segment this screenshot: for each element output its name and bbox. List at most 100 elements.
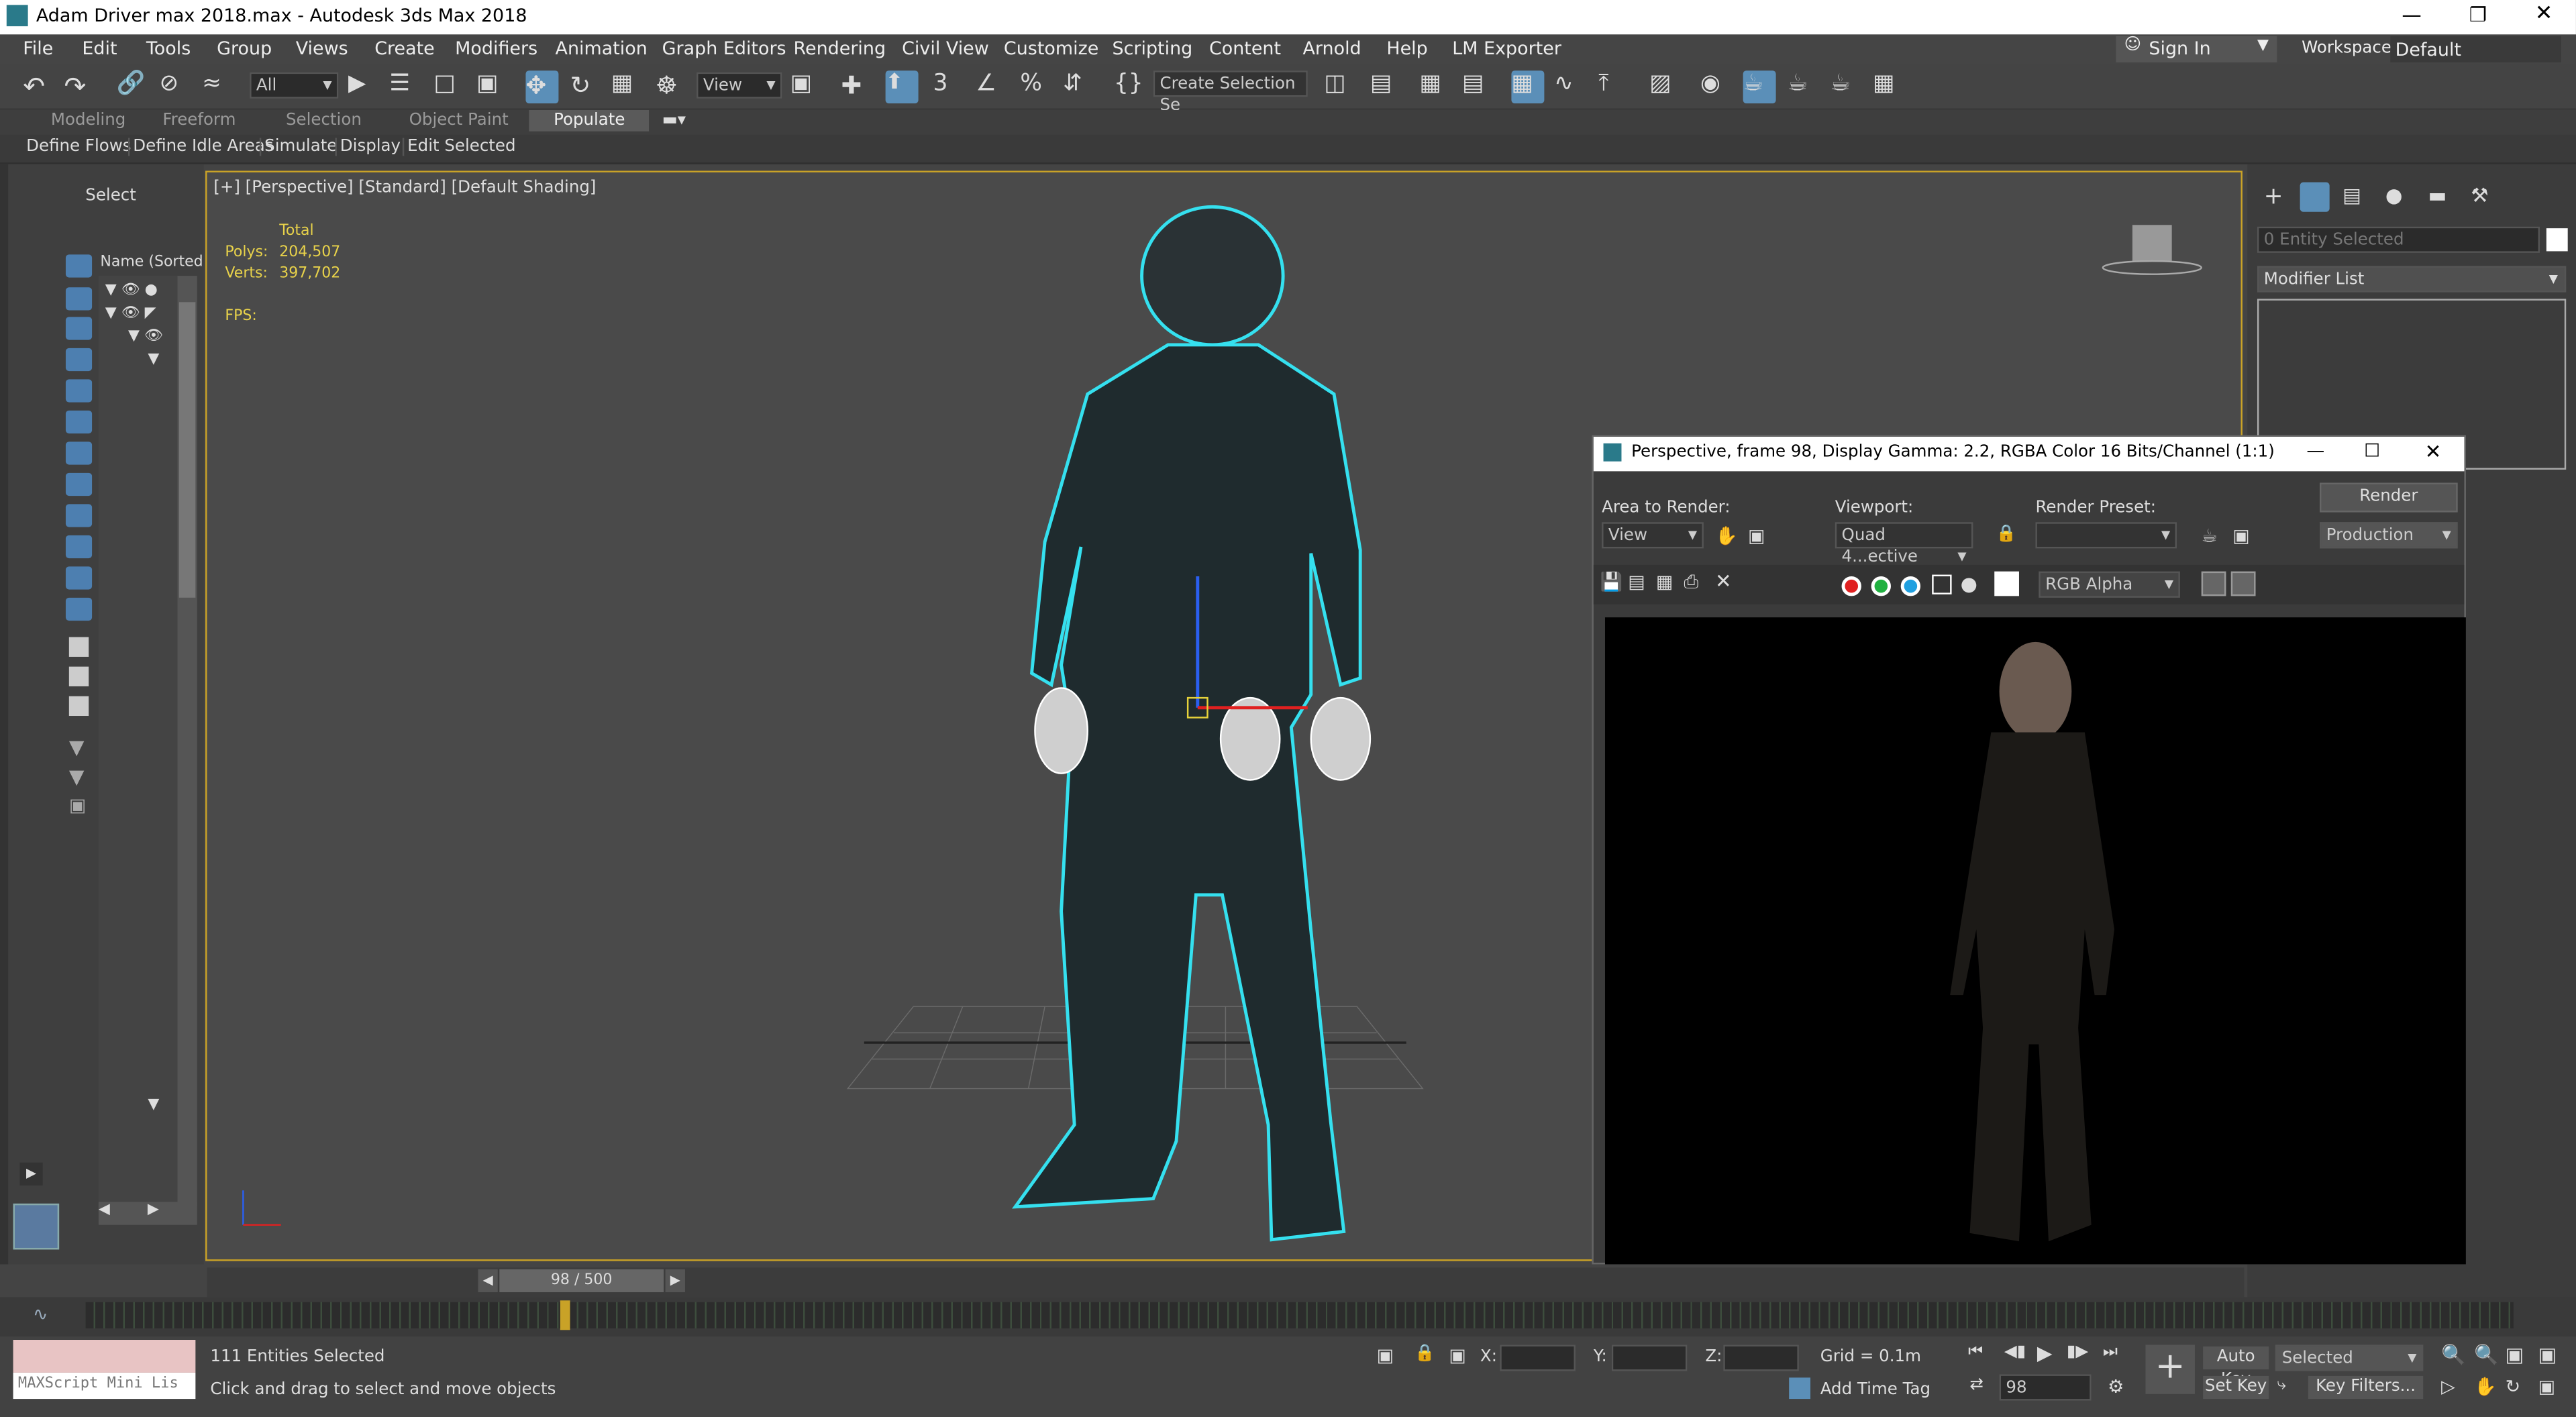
clear-icon[interactable]: ✕ bbox=[1715, 570, 1732, 592]
zoom-icon[interactable]: 🔍 bbox=[2441, 1343, 2466, 1366]
viewport-layout-icon[interactable] bbox=[13, 1203, 60, 1250]
auto-region-icon[interactable]: ▣ bbox=[1748, 525, 1765, 547]
menu-help[interactable]: Help bbox=[1386, 38, 1427, 59]
modify-tab-icon[interactable] bbox=[2300, 182, 2330, 212]
menu-content[interactable]: Content bbox=[1209, 38, 1281, 59]
render-setup-icon[interactable]: ☕ bbox=[1743, 70, 1776, 104]
tree-row[interactable]: ▼ bbox=[148, 1097, 159, 1113]
keyboard-shortcut-override-icon[interactable]: ⬆ bbox=[885, 70, 919, 104]
minimize-button[interactable]: — bbox=[2306, 440, 2324, 462]
object-name-field[interactable]: 0 Entity Selected bbox=[2257, 226, 2540, 253]
maximize-button[interactable]: ☐ bbox=[2364, 440, 2380, 462]
rotate-icon[interactable]: ↻ bbox=[570, 70, 603, 103]
previous-key-icon[interactable]: ◀▮ bbox=[2004, 1343, 2026, 1361]
set-keys-icon[interactable]: + bbox=[2145, 1345, 2195, 1394]
display-xrefs-icon[interactable] bbox=[65, 504, 93, 527]
add-time-tag-button[interactable]: Add Time Tag bbox=[1820, 1381, 1930, 1399]
object-color-swatch[interactable] bbox=[2546, 228, 2568, 252]
pivot-center-icon[interactable]: ▣ bbox=[790, 70, 823, 103]
set-key-button[interactable]: Set Key bbox=[2203, 1375, 2269, 1400]
tree-row[interactable]: ▼ 👁 ◤ bbox=[105, 305, 156, 321]
tab-populate[interactable]: Populate bbox=[529, 109, 650, 132]
key-filters-button[interactable]: Key Filters... bbox=[2308, 1375, 2424, 1400]
maxscript-mini-listener[interactable]: MAXScript Mini Lis bbox=[13, 1372, 196, 1400]
material-editor-icon[interactable]: ◉ bbox=[1700, 70, 1733, 103]
isolate-selection-icon[interactable]: ▣ bbox=[1377, 1345, 1394, 1366]
display-groups-icon[interactable] bbox=[65, 472, 93, 496]
edit-region-icon[interactable]: ✋ bbox=[1715, 525, 1738, 547]
next-key-icon[interactable]: ▮▶ bbox=[2067, 1343, 2088, 1361]
move-icon[interactable]: ✥ bbox=[525, 70, 559, 104]
go-to-end-icon[interactable]: ⏭ bbox=[2103, 1343, 2118, 1361]
y-coordinate-field[interactable] bbox=[1611, 1345, 1688, 1371]
display-none-icon[interactable] bbox=[65, 254, 93, 278]
close-button[interactable]: ✕ bbox=[2535, 1, 2553, 26]
current-frame-marker[interactable] bbox=[560, 1300, 570, 1330]
dope-sheet-icon[interactable]: ⤒ bbox=[1598, 70, 1631, 103]
define-flows-button[interactable]: Define Flows bbox=[23, 138, 131, 156]
snaps-toggle-icon[interactable]: 3 bbox=[933, 70, 966, 103]
select-by-name-icon[interactable]: ☰ bbox=[389, 70, 422, 103]
select-menu[interactable]: Select bbox=[85, 187, 136, 205]
utilities-tab-icon[interactable]: ⚒ bbox=[2471, 184, 2488, 207]
selection-filter[interactable]: All ▼ bbox=[250, 72, 339, 99]
menu-scripting[interactable]: Scripting bbox=[1112, 38, 1192, 59]
menu-civil-view[interactable]: Civil View bbox=[902, 38, 989, 59]
play-icon[interactable]: ▶ bbox=[2037, 1341, 2053, 1364]
reference-coordinate-select[interactable]: View ▼ bbox=[697, 72, 782, 99]
filter-toggle-icon[interactable]: ▼ bbox=[69, 765, 85, 788]
display-geometry-icon[interactable] bbox=[65, 287, 93, 311]
rectangular-selection-icon[interactable]: □ bbox=[433, 70, 466, 103]
undo-icon[interactable]: ↶ bbox=[23, 70, 56, 103]
pan-view-icon[interactable]: ✋ bbox=[2474, 1376, 2497, 1398]
area-to-render-select[interactable]: View ▼ bbox=[1602, 522, 1704, 549]
schematic-view-icon[interactable]: ▨ bbox=[1649, 70, 1682, 103]
edit-named-selection-icon[interactable]: {} bbox=[1114, 70, 1147, 103]
simulate-button[interactable]: Simulate bbox=[259, 138, 337, 156]
ribbon-options-icon[interactable]: ▬▾ bbox=[662, 111, 686, 129]
blue-channel-icon[interactable] bbox=[1900, 576, 1921, 596]
expand-arrow-icon[interactable]: ▶ bbox=[19, 1162, 43, 1186]
menu-lm-exporter[interactable]: LM Exporter bbox=[1452, 38, 1561, 59]
edit-selected-button[interactable]: Edit Selected bbox=[402, 138, 516, 156]
placement-icon[interactable]: ☸ bbox=[656, 70, 688, 103]
track-bar[interactable]: ∿ bbox=[0, 1297, 2576, 1337]
menu-rendering[interactable]: Rendering bbox=[794, 38, 886, 59]
layer-explorer-icon[interactable]: ▦ bbox=[1419, 70, 1452, 103]
monochrome-icon[interactable] bbox=[1961, 578, 1977, 593]
time-configuration-icon[interactable]: ⚙ bbox=[2108, 1376, 2124, 1398]
render-button[interactable]: Render bbox=[2319, 482, 2458, 513]
create-tab-icon[interactable]: + bbox=[2264, 184, 2283, 210]
save-image-icon[interactable]: 💾 bbox=[1600, 572, 1623, 593]
track-ticks[interactable] bbox=[85, 1302, 2514, 1328]
tab-object-paint[interactable]: Object Paint bbox=[409, 111, 509, 129]
angle-snap-icon[interactable]: ∠ bbox=[976, 70, 1009, 103]
display-lights-icon[interactable] bbox=[65, 348, 93, 372]
render-preset-select[interactable]: ▼ bbox=[2035, 522, 2177, 549]
go-to-start-icon[interactable]: ⏮ bbox=[1968, 1343, 1983, 1361]
menu-customize[interactable]: Customize bbox=[1004, 38, 1098, 59]
menu-graph-editors[interactable]: Graph Editors bbox=[662, 38, 786, 59]
scale-icon[interactable]: ▦ bbox=[611, 70, 644, 103]
previous-frame-button[interactable]: ◀ bbox=[478, 1269, 498, 1293]
toggle-ui-icon[interactable] bbox=[2230, 571, 2256, 596]
menu-file[interactable]: File bbox=[23, 38, 53, 59]
display-children-icon[interactable] bbox=[68, 637, 89, 657]
menu-arnold[interactable]: Arnold bbox=[1303, 38, 1361, 59]
render-production-icon[interactable]: ☕ bbox=[1830, 70, 1863, 103]
scene-explorer-icon[interactable]: ▦ bbox=[1511, 70, 1545, 104]
spinner-snap-icon[interactable]: ⇵ bbox=[1063, 70, 1096, 103]
time-tag-icon[interactable] bbox=[1789, 1377, 1811, 1400]
key-filters-icon[interactable]: ⤷ bbox=[2277, 1376, 2286, 1394]
horizontal-scrollbar[interactable]: ◀ ▶ bbox=[98, 1202, 197, 1225]
link-icon[interactable]: 🔗 bbox=[117, 70, 150, 103]
zoom-all-icon[interactable]: 🔍 bbox=[2474, 1343, 2499, 1366]
channel-select[interactable]: RGB Alpha ▼ bbox=[2039, 571, 2180, 598]
scrollbar-thumb[interactable] bbox=[178, 302, 196, 598]
green-channel-icon[interactable] bbox=[1871, 576, 1891, 596]
menu-group[interactable]: Group bbox=[217, 38, 272, 59]
display-bones-icon[interactable] bbox=[65, 535, 93, 559]
name-column-header[interactable]: Name (Sorted A bbox=[100, 254, 217, 270]
time-slider[interactable]: 98 / 500 bbox=[499, 1269, 664, 1293]
tab-freeform[interactable]: Freeform bbox=[162, 111, 236, 129]
